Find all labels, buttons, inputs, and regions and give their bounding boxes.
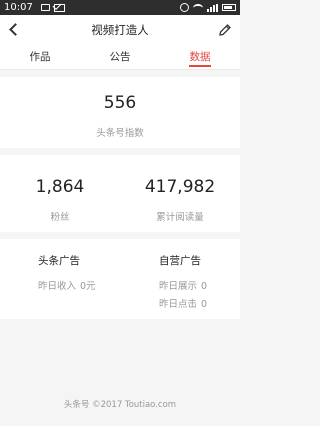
yesterday-income: 昨日收入 0元 — [38, 278, 119, 292]
tab-announcement[interactable]: 公告 — [80, 44, 160, 69]
edit-icon[interactable] — [218, 22, 232, 36]
yesterday-clicks: 昨日点击 0 — [159, 296, 240, 310]
yesterday-impressions-label: 昨日展示 — [159, 281, 198, 292]
battery-icon — [222, 4, 236, 11]
reads-label: 累计阅读量 — [156, 212, 204, 223]
self-ads-title: 自营广告 — [159, 255, 201, 267]
mail-icon — [53, 3, 65, 12]
index-card: 556 头条号指数 — [0, 77, 240, 148]
reads-stat: 417,982 累计阅读量 — [120, 155, 240, 232]
yesterday-impressions-value: 0 — [201, 281, 208, 292]
status-time: 10:07 — [4, 2, 33, 13]
yesterday-clicks-value: 0 — [201, 299, 208, 310]
yesterday-impressions: 昨日展示 0 — [159, 278, 240, 292]
yesterday-income-label: 昨日收入 — [38, 281, 77, 292]
toutiao-ads: 头条广告 昨日收入 0元 — [0, 239, 119, 319]
self-ads: 自营广告 昨日展示 0 昨日点击 0 — [119, 239, 240, 319]
tab-bar: 作品 公告 数据 — [0, 44, 240, 70]
fans-label: 粉丝 — [50, 212, 70, 223]
footer-copyright: 头条号 ©2017 Toutiao.com — [63, 400, 177, 410]
page-title: 视频打造人 — [91, 22, 149, 37]
tab-data[interactable]: 数据 — [160, 44, 240, 69]
stats-card: 1,864 粉丝 417,982 累计阅读量 — [0, 155, 240, 232]
yesterday-income-value: 0元 — [80, 281, 96, 292]
fans-value: 1,864 — [35, 177, 85, 197]
alarm-icon — [180, 3, 189, 12]
fans-stat: 1,864 粉丝 — [0, 155, 120, 232]
index-label: 头条号指数 — [96, 128, 144, 139]
tab-works[interactable]: 作品 — [0, 44, 80, 69]
chevron-left-icon[interactable] — [8, 23, 20, 35]
index-value: 556 — [103, 93, 137, 113]
wifi-icon — [193, 3, 203, 12]
screen-icon — [40, 4, 50, 11]
signal-icon — [207, 3, 218, 12]
app-header: 视频打造人 — [0, 15, 240, 44]
toutiao-ads-title: 头条广告 — [38, 255, 80, 267]
yesterday-clicks-label: 昨日点击 — [159, 299, 198, 310]
reads-value: 417,982 — [144, 177, 216, 197]
ads-card: 头条广告 昨日收入 0元 自营广告 昨日展示 0 昨日点击 0 — [0, 239, 240, 319]
status-bar: 10:07 — [0, 0, 240, 15]
